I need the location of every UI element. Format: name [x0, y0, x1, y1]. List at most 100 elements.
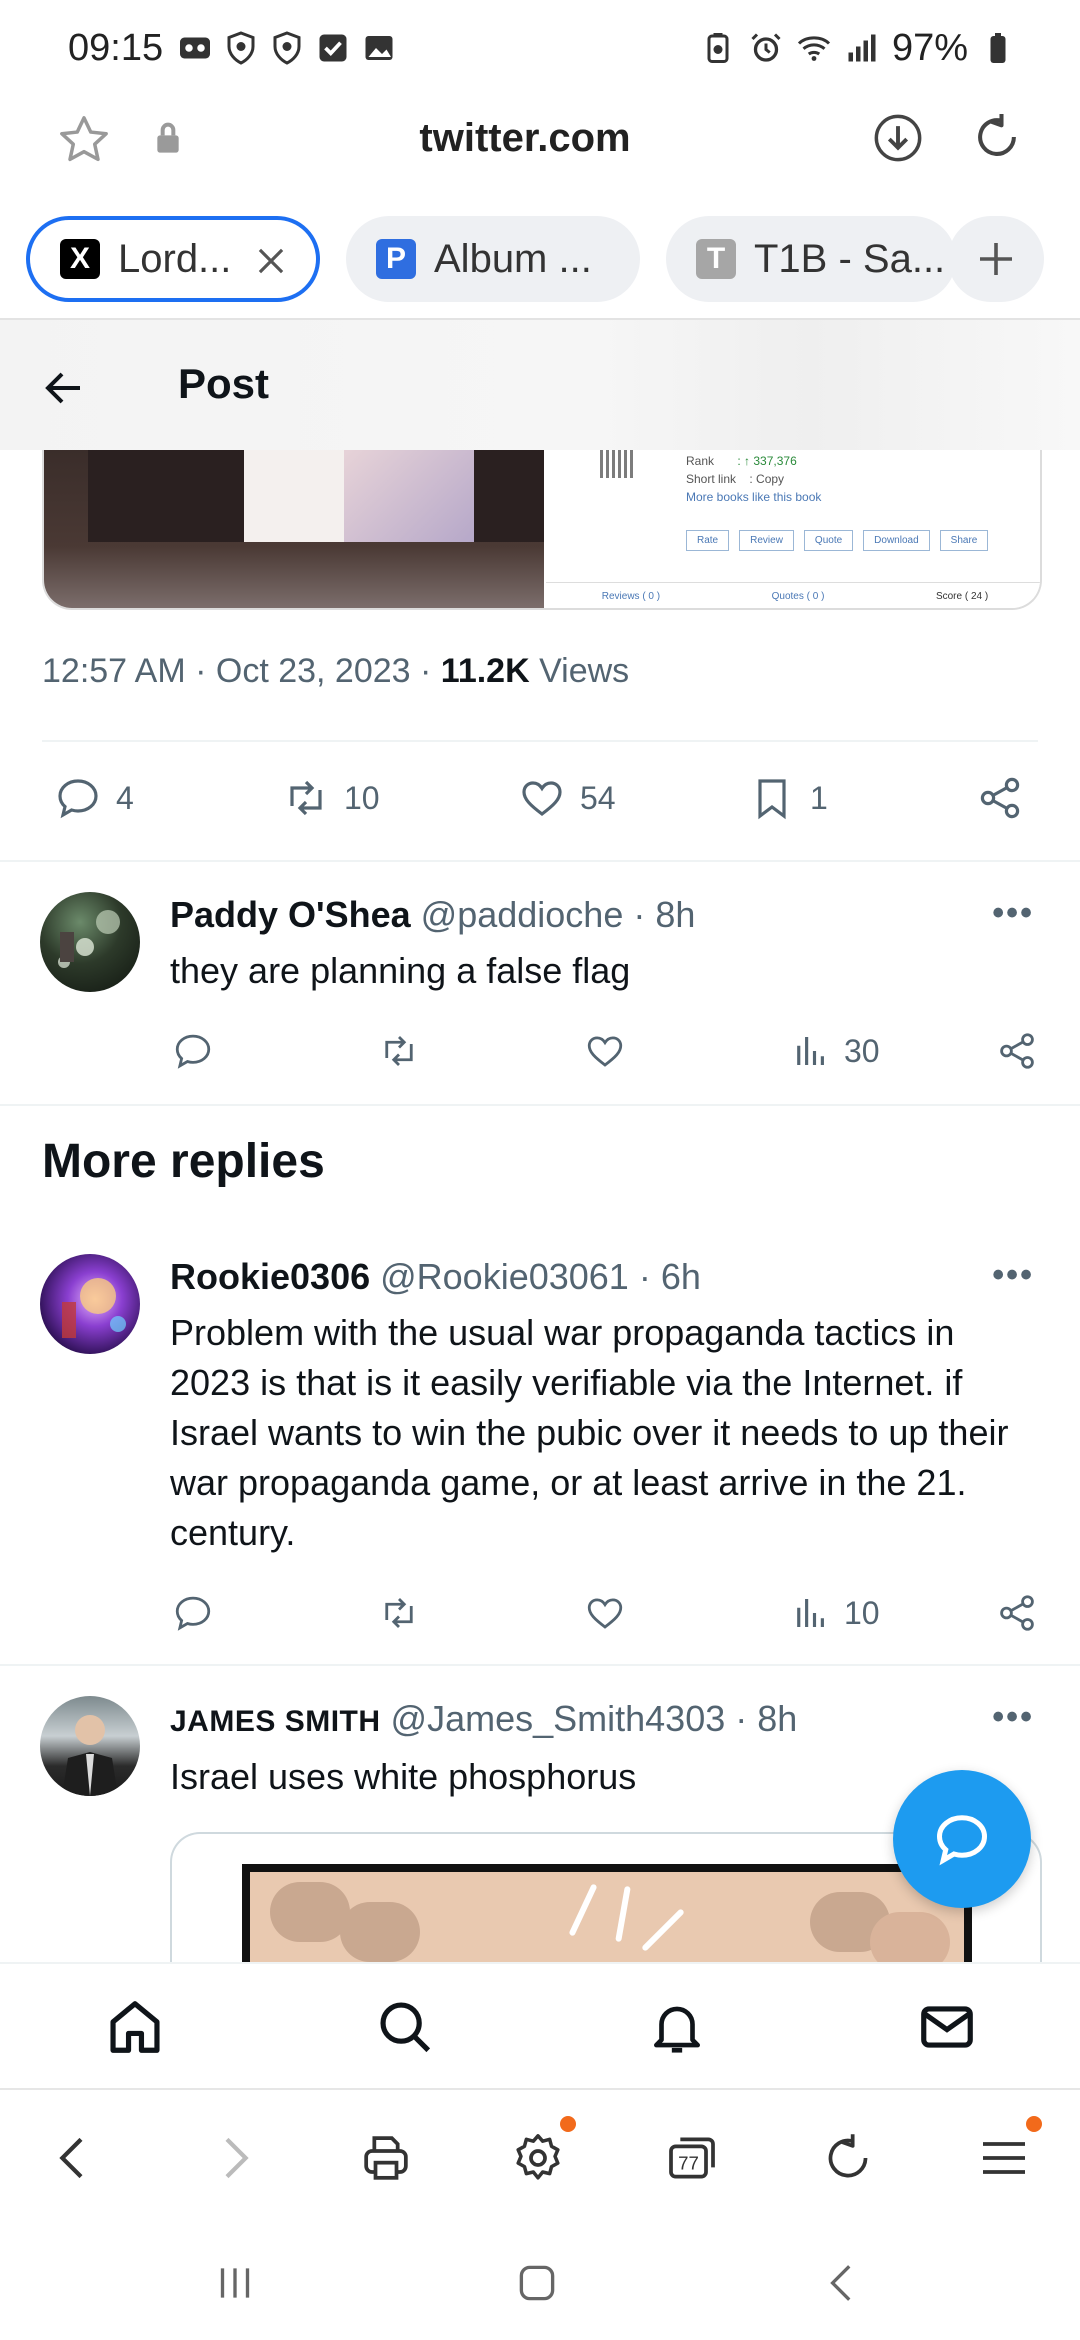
- short-link-label: Short link: [686, 472, 737, 486]
- post-header: Post: [0, 320, 1080, 450]
- reviews-count: Reviews ( 0 ): [601, 591, 661, 602]
- x-logo-icon: X: [60, 239, 100, 279]
- share-icon: [980, 777, 1020, 819]
- tweet-actions: 4 10 54 1: [0, 770, 1080, 834]
- display-name[interactable]: Rookie0306: [170, 1256, 370, 1297]
- media-image: [242, 1864, 972, 1962]
- tab-album[interactable]: P Album ...: [346, 216, 640, 302]
- reply-icon: [936, 1815, 988, 1866]
- status-bar: 09:15 97%: [0, 0, 1080, 96]
- more-options-icon[interactable]: •••: [992, 894, 1034, 933]
- retweet-button[interactable]: [378, 1030, 420, 1072]
- checkbox-icon: [315, 30, 351, 66]
- bookmark-button[interactable]: 1: [748, 774, 828, 822]
- status-notification-icons: [177, 30, 397, 66]
- tweet-timestamp[interactable]: 12:57 AM · Oct 23, 2023 ·: [42, 652, 441, 690]
- tabs-switcher-button[interactable]: 77: [664, 2130, 720, 2191]
- reload-icon[interactable]: [820, 2130, 876, 2191]
- system-nav-bar: [0, 2218, 1080, 2340]
- p-favicon-icon: P: [376, 239, 416, 279]
- display-name[interactable]: JAMES SMITH: [170, 1705, 381, 1738]
- heart-icon: [587, 1036, 623, 1067]
- settings-gear-icon[interactable]: [510, 2130, 566, 2191]
- close-icon[interactable]: [252, 242, 290, 290]
- home-icon[interactable]: [104, 1996, 166, 2063]
- back-arrow-icon[interactable]: [40, 364, 88, 417]
- avatar[interactable]: [40, 1696, 140, 1796]
- reply-author: Paddy O'Shea @paddioche · 8h: [170, 894, 695, 936]
- review-chip: Review: [739, 530, 794, 551]
- reply-author: JAMES SMITH @James_Smith4303 · 8h: [170, 1698, 797, 1740]
- handle-time[interactable]: @James_Smith4303 · 8h: [381, 1698, 798, 1739]
- reply-text: they are planning a false flag: [170, 950, 631, 991]
- media-screenshot: Rank : ↑ 337,376 Short link : Copy More …: [546, 450, 1040, 608]
- tab-active[interactable]: X Lord...: [26, 216, 320, 302]
- compose-reply-button[interactable]: [893, 1770, 1031, 1908]
- tab-count: 77: [678, 2153, 699, 2174]
- divider: [42, 740, 1038, 742]
- display-name[interactable]: Paddy O'Shea: [170, 894, 411, 935]
- divider: [0, 860, 1080, 862]
- tab-t1b[interactable]: T T1B - Sa...: [666, 216, 956, 302]
- menu-hamburger-icon[interactable]: [976, 2130, 1032, 2191]
- avatar[interactable]: [40, 1254, 140, 1354]
- back-system-icon[interactable]: [818, 2258, 868, 2313]
- rate-chip: Rate: [686, 530, 730, 551]
- rank-label: Rank: [686, 454, 715, 468]
- bookmark-icon: [758, 779, 786, 820]
- tweet-meta: 12:57 AM · Oct 23, 2023 · 11.2K Views: [42, 652, 629, 691]
- views-button[interactable]: 30: [790, 1030, 880, 1072]
- more-options-icon[interactable]: •••: [992, 1698, 1034, 1737]
- views-count: 30: [844, 1032, 880, 1069]
- battery-percent: 97%: [891, 26, 968, 69]
- heart-icon: [522, 781, 562, 817]
- page-title: Post: [178, 360, 270, 407]
- back-chevron-icon[interactable]: [46, 2130, 102, 2191]
- more-options-icon[interactable]: •••: [992, 1256, 1034, 1295]
- views-label: Views: [529, 652, 630, 690]
- reply-button[interactable]: [172, 1592, 214, 1634]
- search-icon[interactable]: [374, 1996, 436, 2063]
- share-chip: Share: [939, 530, 989, 551]
- tweet-media[interactable]: Rank : ↑ 337,376 Short link : Copy More …: [42, 450, 1042, 610]
- shield-icon: [269, 30, 305, 66]
- status-time: 09:15: [68, 26, 164, 69]
- more-books-link: More books like this book: [686, 490, 822, 504]
- alarm-icon: [748, 30, 784, 66]
- reply-button[interactable]: 4: [54, 774, 134, 822]
- forward-chevron-icon[interactable]: [206, 2130, 262, 2191]
- reply-text: Problem with the usual war propaganda ta…: [170, 1312, 1009, 1553]
- retweet-icon: [290, 780, 322, 816]
- new-tab-button[interactable]: [948, 216, 1044, 302]
- handle-time[interactable]: @Rookie03061 · 6h: [370, 1256, 701, 1297]
- battery-saver-icon: [700, 30, 736, 66]
- voicemail-icon: [177, 30, 213, 66]
- download-icon[interactable]: [872, 112, 924, 164]
- menu-notification-dot: [1026, 2116, 1042, 2132]
- score-count: Score ( 24 ): [935, 591, 989, 602]
- share-button[interactable]: [996, 1592, 1038, 1634]
- handle-time[interactable]: @paddioche · 8h: [411, 894, 696, 935]
- retweet-button[interactable]: 10: [282, 774, 380, 822]
- tab-label: Album ...: [434, 236, 592, 281]
- divider: [0, 1104, 1080, 1106]
- reply-button[interactable]: [172, 1030, 214, 1072]
- print-icon[interactable]: [358, 2130, 414, 2191]
- messages-envelope-icon[interactable]: [916, 1996, 978, 2063]
- settings-notification-dot: [560, 2116, 576, 2132]
- retweet-button[interactable]: [378, 1592, 420, 1634]
- analytics-icon: [797, 1037, 824, 1065]
- like-button[interactable]: 54: [518, 774, 616, 822]
- status-system-icons: 97%: [700, 27, 1016, 70]
- share-button[interactable]: [976, 774, 1024, 822]
- share-button[interactable]: [996, 1030, 1038, 1072]
- avatar[interactable]: [40, 892, 140, 992]
- reload-icon[interactable]: [970, 110, 1024, 164]
- wifi-icon: [796, 30, 832, 66]
- home-button-icon[interactable]: [512, 2258, 562, 2313]
- recent-apps-icon[interactable]: [210, 2258, 260, 2313]
- views-button[interactable]: 10: [790, 1592, 880, 1634]
- notifications-bell-icon[interactable]: [646, 1996, 708, 2063]
- like-button[interactable]: [584, 1030, 626, 1072]
- like-button[interactable]: [584, 1592, 626, 1634]
